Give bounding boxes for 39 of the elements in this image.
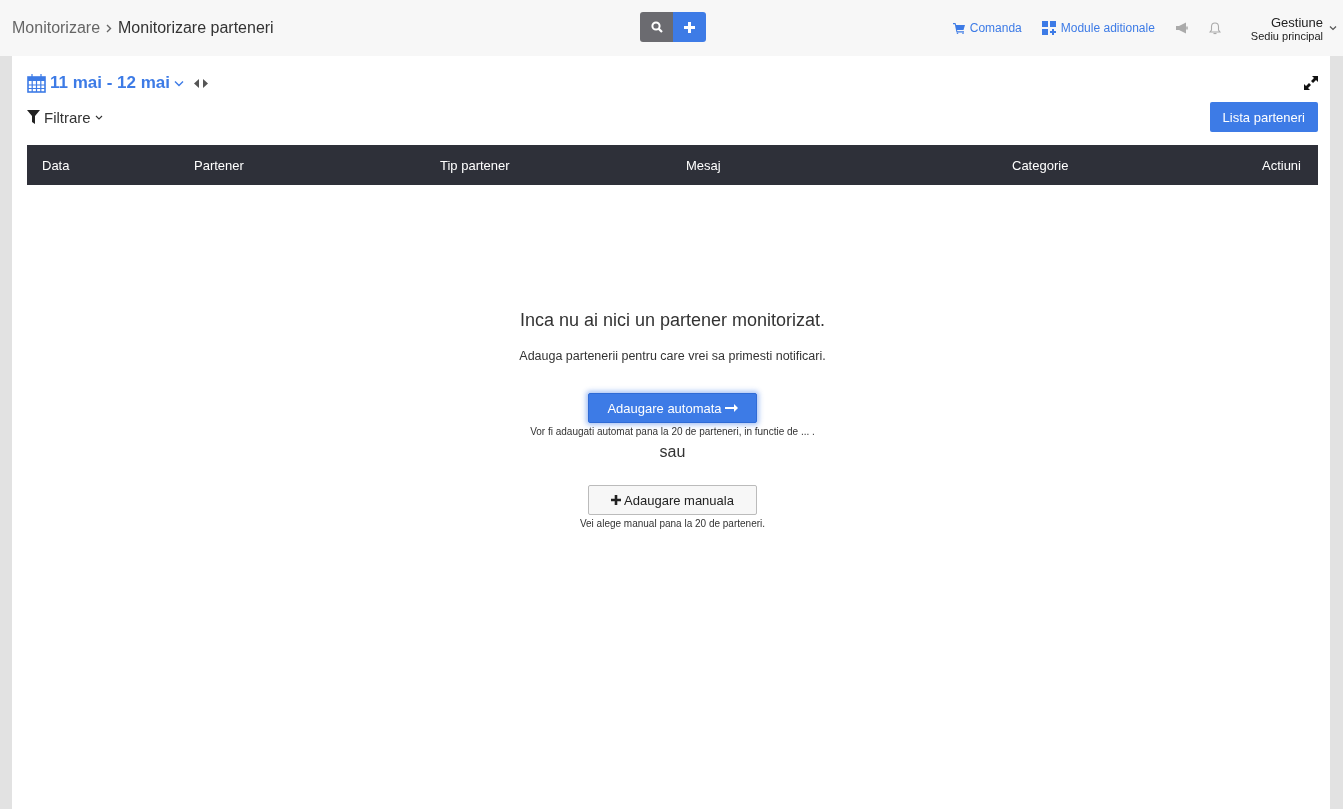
column-header: Tip partener [440,157,511,173]
chevron-down-icon [94,114,103,120]
arrow-right-icon [724,404,738,412]
breadcrumb-link[interactable]: Monitorizare [12,19,101,37]
account-title[interactable]: Gestiune [1250,14,1323,30]
chevron-right-icon [106,23,113,33]
partner-list-button[interactable]: Lista parteneri [1209,102,1318,132]
cart-icon [952,22,965,34]
column-header: Categorie [1012,157,1070,173]
plus-icon [684,21,695,33]
column-header: Data [42,157,71,173]
grid-plus-icon [1041,21,1056,35]
calendar-icon [27,73,46,93]
plus-icon [611,495,622,505]
chevron-down-icon[interactable] [1329,25,1337,31]
caret-right-icon[interactable] [203,78,209,88]
account-subtitle: Sediu principal [1250,29,1323,42]
header-link[interactable]: Module aditionale [1041,21,1155,35]
filter-icon [27,110,40,124]
filter-dropdown[interactable]: Filtrare [27,108,103,126]
empty-state-title: Inca nu ai nici un partener monitorizat. [519,310,826,331]
expand-icon[interactable] [1304,76,1318,90]
or-text: sau [659,443,686,461]
breadcrumb-current: Monitorizare parteneri [118,19,274,37]
manual-add-button[interactable]: Adaugare manuala [588,485,757,515]
search-button[interactable] [640,12,673,42]
column-header: Partener [194,157,245,173]
date-range-picker[interactable]: 11 mai - 12 mai [27,73,185,93]
column-header: Actiuni [1261,157,1301,173]
header-link[interactable]: Comanda [952,21,1022,35]
chevron-down-icon [174,79,185,87]
hint-text: Vor fi adaugati automat pana la 20 de parteneri, in functie de ... . [530,426,815,437]
hint-text: Vei alege manual pana la 20 de parteneri. [579,518,766,529]
add-button[interactable] [673,12,706,42]
search-icon [650,21,663,33]
caret-left-icon[interactable] [194,78,200,88]
empty-state-subtitle: Adauga partenerii pentru care vrei sa primesti notificari. [519,349,826,363]
column-header: Mesaj [686,157,722,173]
auto-add-button[interactable]: Adaugare automata [588,393,757,423]
